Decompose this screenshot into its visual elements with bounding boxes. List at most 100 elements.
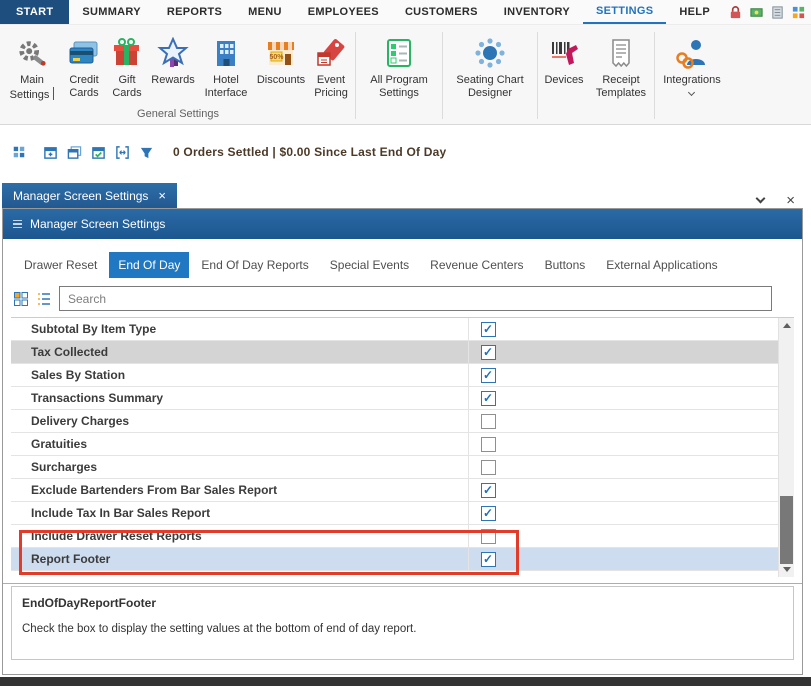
- tab-buttons[interactable]: Buttons: [536, 252, 595, 278]
- menu-item-summary[interactable]: SUMMARY: [69, 0, 154, 24]
- tab-end-of-day[interactable]: End Of Day: [109, 252, 189, 278]
- setting-row-report-footer[interactable]: Report Footer: [11, 548, 778, 571]
- ribbon-separator: [355, 32, 356, 119]
- menu-item-start[interactable]: START: [0, 0, 69, 24]
- menu-label: START: [16, 6, 53, 18]
- tab-external-applications[interactable]: External Applications: [597, 252, 726, 278]
- setting-checkbox[interactable]: [481, 322, 496, 337]
- menu-item-menu[interactable]: MENU: [235, 0, 295, 24]
- setting-checkbox[interactable]: [481, 368, 496, 383]
- ribbon-group-seating: Seating Chart Designer: [444, 29, 536, 124]
- gift-icon: [111, 32, 143, 74]
- detail-separator: [3, 583, 802, 584]
- menu-item-reports[interactable]: REPORTS: [154, 0, 235, 24]
- ribbon-all-program-settings[interactable]: All Program Settings: [357, 29, 441, 99]
- rewards-star-icon: [157, 32, 189, 74]
- ribbon-main-settings[interactable]: Main Settings: [2, 29, 62, 101]
- tab-label: Revenue Centers: [430, 258, 523, 272]
- setting-row[interactable]: Exclude Bartenders From Bar Sales Report: [11, 479, 778, 502]
- category-view-icon[interactable]: [13, 291, 29, 307]
- tab-revenue-centers[interactable]: Revenue Centers: [421, 252, 532, 278]
- tab-drawer-reset[interactable]: Drawer Reset: [15, 252, 106, 278]
- apps-icon[interactable]: [791, 5, 806, 20]
- ribbon-label: Seating Chart Designer: [456, 74, 523, 99]
- menu-item-inventory[interactable]: INVENTORY: [491, 0, 583, 24]
- ribbon-discounts[interactable]: 50% Discounts: [254, 29, 308, 87]
- menu-item-customers[interactable]: CUSTOMERS: [392, 0, 491, 24]
- search-input[interactable]: [59, 286, 772, 311]
- setting-row[interactable]: Include Tax In Bar Sales Report: [11, 502, 778, 525]
- window-bottom-edge: [0, 677, 811, 686]
- ribbon-label: Receipt Templates: [596, 74, 646, 99]
- setting-checkbox[interactable]: [481, 460, 496, 475]
- vertical-scrollbar[interactable]: [778, 318, 794, 577]
- setting-row[interactable]: Delivery Charges: [11, 410, 778, 433]
- setting-checkbox[interactable]: [481, 437, 496, 452]
- top-menubar: START SUMMARY REPORTS MENU EMPLOYEES CUS…: [0, 0, 811, 25]
- setting-detail-description: Check the box to display the setting val…: [22, 623, 783, 635]
- setting-checkbox[interactable]: [481, 552, 496, 567]
- journal-icon[interactable]: [770, 5, 785, 20]
- resize-icon[interactable]: [115, 145, 130, 160]
- tab-end-of-day-reports[interactable]: End Of Day Reports: [192, 252, 317, 278]
- scroll-up-button[interactable]: [779, 318, 794, 333]
- credit-card-icon: [68, 32, 100, 74]
- setting-row[interactable]: Sales By Station: [11, 364, 778, 387]
- ribbon-group-general-settings: Main Settings Credit Cards Gift Cards Re…: [2, 29, 354, 124]
- ribbon-group-integrations: Integrations: [656, 29, 728, 124]
- menu-item-help[interactable]: HELP: [666, 0, 723, 24]
- setting-row[interactable]: Include Drawer Reset Reports: [11, 525, 778, 548]
- setting-label: Include Tax In Bar Sales Report: [11, 502, 469, 524]
- funnel-icon[interactable]: [139, 145, 154, 160]
- tab-label: End Of Day Reports: [201, 258, 308, 272]
- scroll-down-button[interactable]: [779, 562, 794, 577]
- lock-icon[interactable]: [728, 5, 743, 20]
- setting-label: Surcharges: [11, 456, 469, 478]
- ribbon-event-pricing[interactable]: Event Pricing: [308, 29, 354, 99]
- ribbon-group-caption: General Settings: [2, 105, 354, 124]
- menu-label: MENU: [248, 6, 282, 18]
- tab-label: Buttons: [545, 258, 586, 272]
- calendar-check-icon[interactable]: [91, 145, 106, 160]
- scrollbar-thumb[interactable]: [780, 496, 793, 564]
- menu-item-employees[interactable]: EMPLOYEES: [295, 0, 392, 24]
- setting-row[interactable]: Surcharges: [11, 456, 778, 479]
- ribbon-hotel-interface[interactable]: Hotel Interface: [198, 29, 254, 99]
- settings-list: Subtotal By Item Type Tax Collected Sale…: [11, 317, 794, 577]
- ribbon-receipt-templates[interactable]: Receipt Templates: [589, 29, 653, 99]
- setting-row[interactable]: Gratuities: [11, 433, 778, 456]
- menu-label: SETTINGS: [596, 5, 653, 17]
- setting-checkbox[interactable]: [481, 345, 496, 360]
- menu-label: REPORTS: [167, 6, 222, 18]
- list-view-icon[interactable]: [36, 291, 52, 307]
- ribbon-gift-cards[interactable]: Gift Cards: [106, 29, 148, 99]
- ribbon-devices[interactable]: Devices: [539, 29, 589, 87]
- setting-checkbox[interactable]: [481, 529, 496, 544]
- close-icon[interactable]: ×: [158, 189, 166, 202]
- ribbon-integrations[interactable]: Integrations: [656, 29, 728, 95]
- menu-item-settings[interactable]: SETTINGS: [583, 0, 666, 24]
- ribbon-rewards[interactable]: Rewards: [148, 29, 198, 87]
- document-tab-manager-screen-settings[interactable]: Manager Screen Settings ×: [2, 183, 177, 208]
- calendar-copy-icon[interactable]: [67, 145, 82, 160]
- ribbon-seating-chart-designer[interactable]: Seating Chart Designer: [444, 29, 536, 99]
- calendar-add-icon[interactable]: [43, 145, 58, 160]
- setting-checkbox[interactable]: [481, 506, 496, 521]
- setting-label: Delivery Charges: [11, 410, 469, 432]
- setting-row[interactable]: Subtotal By Item Type: [11, 318, 778, 341]
- ribbon-label: Event Pricing: [314, 74, 348, 99]
- setting-row[interactable]: Transactions Summary: [11, 387, 778, 410]
- setting-checkbox[interactable]: [481, 414, 496, 429]
- setting-detail-title: EndOfDayReportFooter: [22, 596, 783, 610]
- setting-row[interactable]: Tax Collected: [11, 341, 778, 364]
- menu-label: SUMMARY: [82, 6, 141, 18]
- cash-icon[interactable]: [749, 5, 764, 20]
- tools-icon: [17, 32, 47, 74]
- grid-icon[interactable]: [12, 145, 26, 159]
- close-icon[interactable]: ×: [786, 193, 795, 208]
- setting-checkbox[interactable]: [481, 483, 496, 498]
- ribbon-credit-cards[interactable]: Credit Cards: [62, 29, 106, 99]
- setting-checkbox[interactable]: [481, 391, 496, 406]
- chevron-down-icon[interactable]: [756, 194, 766, 204]
- tab-special-events[interactable]: Special Events: [321, 252, 418, 278]
